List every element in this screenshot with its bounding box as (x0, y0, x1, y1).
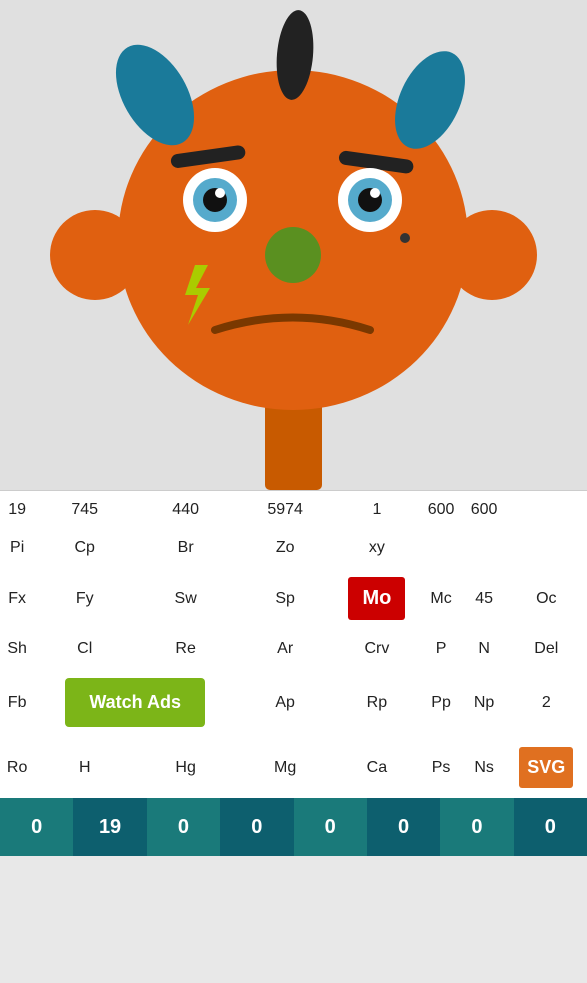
cell-mo[interactable]: Mo (334, 567, 419, 630)
cell-p: P (420, 630, 463, 668)
watch-ads-button[interactable]: Watch Ads (65, 678, 205, 727)
cell-ps: Ps (420, 737, 463, 798)
cell-ap: Ap (236, 668, 334, 737)
score-bar-cell-0: 0 (0, 798, 73, 856)
cell-440: 440 (135, 491, 236, 529)
cell-2: 2 (506, 668, 587, 737)
table-row: Fb Watch Ads Ap Rp Pp Np 2 (0, 668, 587, 737)
cell-cp: Cp (34, 529, 135, 567)
cell-empty1 (420, 529, 463, 567)
cell-45: 45 (463, 567, 506, 630)
score-bar-cell-6: 0 (440, 798, 513, 856)
score-bar-cell-3: 0 (220, 798, 293, 856)
cell-pp: Pp (420, 668, 463, 737)
cell-1: 1 (334, 491, 419, 529)
cell-watch-ads[interactable]: Watch Ads (34, 668, 236, 737)
cell-ar: Ar (236, 630, 334, 668)
cell-svg[interactable]: SVG (506, 737, 587, 798)
score-bar: 0 19 0 0 0 0 0 0 (0, 798, 587, 856)
cell-ro: Ro (0, 737, 34, 798)
cell-cl: Cl (34, 630, 135, 668)
table-row: Ro H Hg Mg Ca Ps Ns SVG (0, 737, 587, 798)
cell-ca: Ca (334, 737, 419, 798)
cell-oc: Oc (506, 567, 587, 630)
cell-mg: Mg (236, 737, 334, 798)
cell-hg: Hg (135, 737, 236, 798)
score-bar-cell-7: 0 (514, 798, 587, 856)
cell-empty2 (463, 529, 506, 567)
cell-zo: Zo (236, 529, 334, 567)
table-row: Pi Cp Br Zo xy (0, 529, 587, 567)
score-bar-cell-1: 19 (73, 798, 146, 856)
score-bar-cell-2: 0 (147, 798, 220, 856)
character-area (0, 0, 587, 490)
cell-sp: Sp (236, 567, 334, 630)
cell-600a: 600 (420, 491, 463, 529)
cell-crv: Crv (334, 630, 419, 668)
cell-600b: 600 (463, 491, 506, 529)
cell-sh: Sh (0, 630, 34, 668)
cell-pi: Pi (0, 529, 34, 567)
table-row: Sh Cl Re Ar Crv P N Del (0, 630, 587, 668)
cell-br: Br (135, 529, 236, 567)
cell-np: Np (463, 668, 506, 737)
table-row: 19 745 440 5974 1 600 600 (0, 491, 587, 529)
cell-h: H (34, 737, 135, 798)
cell-del: Del (506, 630, 587, 668)
table-row: Fx Fy Sw Sp Mo Mc 45 Oc (0, 567, 587, 630)
cell-xy: xy (334, 529, 419, 567)
score-bar-cell-5: 0 (367, 798, 440, 856)
cell-n: N (463, 630, 506, 668)
cell-mc: Mc (420, 567, 463, 630)
cell-ns: Ns (463, 737, 506, 798)
cell-re: Re (135, 630, 236, 668)
grid-area: 19 745 440 5974 1 600 600 Pi Cp Br Zo xy… (0, 490, 587, 798)
cell-19: 19 (0, 491, 34, 529)
cell-sw: Sw (135, 567, 236, 630)
score-bar-cell-4: 0 (294, 798, 367, 856)
cell-rp: Rp (334, 668, 419, 737)
cell-fb: Fb (0, 668, 34, 737)
cell-745: 745 (34, 491, 135, 529)
cell-fy: Fy (34, 567, 135, 630)
cell-fx: Fx (0, 567, 34, 630)
score-display: 5974 (236, 491, 334, 529)
